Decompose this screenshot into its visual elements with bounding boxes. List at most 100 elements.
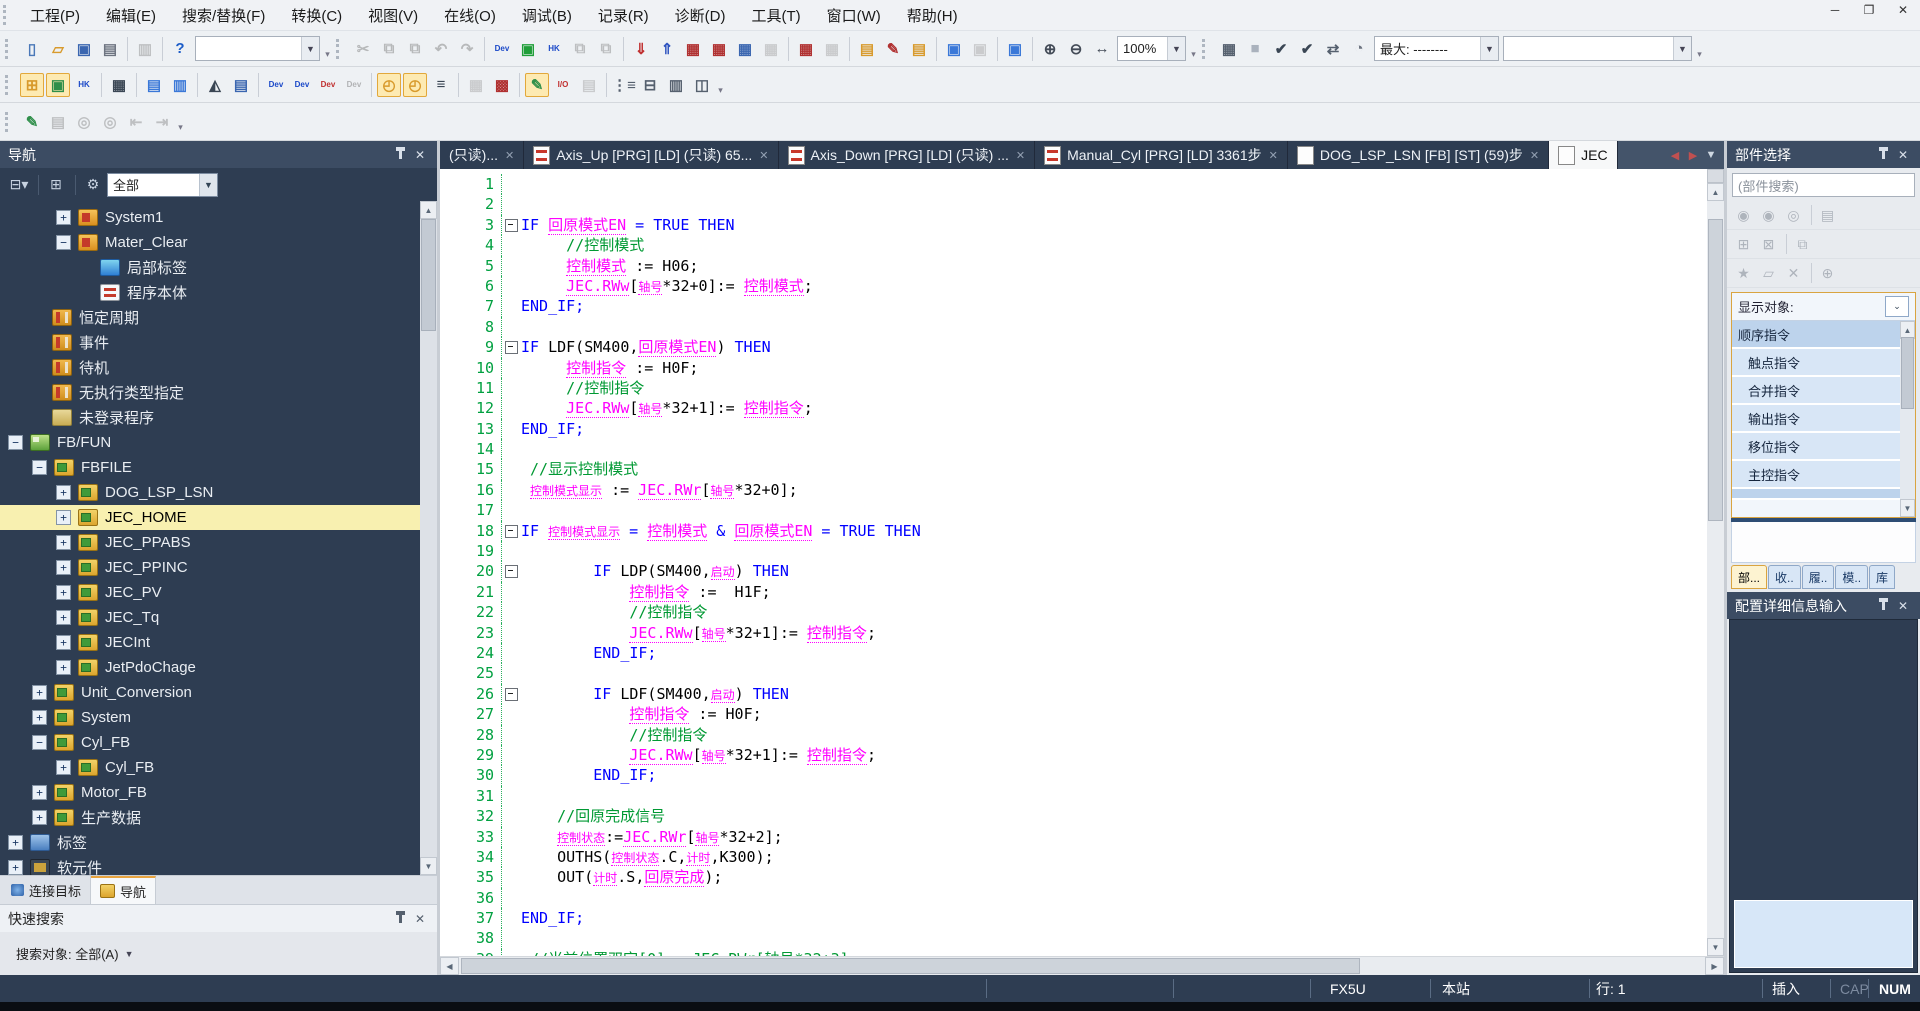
structured-data-icon[interactable]: ▥ [168, 73, 192, 97]
indent-increase-icon[interactable]: ⇥ [150, 110, 174, 134]
ladder-edit-mode-icon[interactable]: ✎ [525, 73, 549, 97]
st-edit-pencil-icon[interactable]: ✎ [20, 110, 44, 134]
tree-expander-icon[interactable]: + [8, 860, 23, 875]
cross-reference-icon[interactable]: ◭ [203, 73, 227, 97]
tree-item-unit_conversion[interactable]: +Unit_Conversion [0, 680, 420, 705]
tree-item-----[interactable]: +生产数据 [0, 805, 420, 830]
instruction-list-item[interactable]: 主控指令 [1732, 461, 1900, 489]
statement-batch-icon[interactable]: ▤ [907, 37, 931, 61]
parts-tab-部[interactable]: 部... [1731, 565, 1767, 589]
tree-expander-icon[interactable]: + [56, 610, 71, 625]
help-icon[interactable]: ? [168, 37, 192, 61]
read-mode-icon[interactable]: ▤ [46, 110, 70, 134]
tree-item-jetpdochage[interactable]: +JetPdoChage [0, 655, 420, 680]
simulation-stop-icon[interactable]: ▦ [820, 37, 844, 61]
pin-icon[interactable] [1874, 146, 1892, 164]
find-all-parts-icon[interactable]: ◎ [1782, 204, 1805, 226]
find-device-icon[interactable]: ◎ [72, 110, 96, 134]
tree-item-fbfile[interactable]: −FBFILE [0, 455, 420, 480]
close-window-button[interactable]: ✕ [1886, 0, 1920, 20]
fold-collapse-icon[interactable] [505, 688, 518, 701]
menu-item-2[interactable]: 编辑(E) [93, 0, 169, 30]
toolbar-overflow-icon[interactable]: ▾ [715, 72, 726, 98]
label-editor-icon[interactable]: ▤ [142, 73, 166, 97]
tree-item---[interactable]: 事件 [0, 330, 420, 355]
split-view-icon[interactable]: ◫ [690, 73, 714, 97]
tree-item-motor_fb[interactable]: +Motor_FB [0, 780, 420, 805]
device-test-icon[interactable]: Dev [342, 73, 366, 97]
favorites-star-icon[interactable]: ★ [1732, 262, 1755, 284]
tab-list-icon[interactable]: ▼ [1702, 145, 1720, 165]
editor-tab-2[interactable]: Axis_Up [PRG] [LD] (只读) 65...✕ [524, 141, 778, 169]
find-previous-part-icon[interactable]: ◉ [1732, 204, 1755, 226]
tree-expander-icon[interactable]: + [8, 835, 23, 850]
close-icon[interactable]: ✕ [1894, 146, 1912, 164]
scroll-thumb[interactable] [1901, 337, 1914, 409]
tree-expander-icon[interactable]: + [56, 760, 71, 775]
tree-display-mode-button[interactable]: ⊟▾ [7, 173, 31, 197]
read-from-plc-icon[interactable]: ⇑ [655, 37, 679, 61]
tree-expander-icon[interactable]: + [32, 710, 47, 725]
split-handle[interactable] [1707, 169, 1724, 183]
tree-item-cyl_fb[interactable]: +Cyl_FB [0, 755, 420, 780]
tree-item---[interactable]: +标签 [0, 830, 420, 855]
st-code-editor[interactable]: 123IF 回原模式EN = TRUE THEN4 //控制模式5 控制模式 :… [440, 169, 1707, 956]
instruction-list-item[interactable] [1732, 489, 1900, 500]
print-preview-icon[interactable]: ▥ [133, 37, 157, 61]
toolbar-overflow-icon[interactable]: ▾ [175, 109, 186, 135]
tree-item-jec_ppinc[interactable]: +JEC_PPINC [0, 555, 420, 580]
scroll-right-icon[interactable]: ▶ [1705, 957, 1724, 975]
tree-expander-icon[interactable]: + [56, 210, 71, 225]
save-project-icon[interactable]: ▣ [72, 37, 96, 61]
editor-tab-1[interactable]: (只读)...✕ [440, 141, 524, 169]
instruction-list-item[interactable]: 输出指令 [1732, 405, 1900, 433]
tree-scrollbar[interactable]: ▲ ▼ [420, 201, 437, 875]
fold-collapse-icon[interactable] [505, 525, 518, 538]
outline-display-icon[interactable]: ≡ [429, 73, 453, 97]
tree-item--------[interactable]: 无执行类型指定 [0, 380, 420, 405]
zoom-out-icon[interactable]: ⊖ [1064, 37, 1088, 61]
display-target-dropdown[interactable]: ⌄ [1885, 296, 1909, 317]
close-tab-icon[interactable]: ✕ [1269, 149, 1278, 162]
zoom-fit-icon[interactable]: ↔ [1090, 37, 1114, 61]
close-icon[interactable]: ✕ [411, 146, 429, 164]
tree-expander-icon[interactable]: + [56, 485, 71, 500]
instruction-list-item[interactable]: 合并指令 [1732, 377, 1900, 405]
check-program-1-icon[interactable]: ✔ [1269, 37, 1293, 61]
tree-item-----[interactable]: 局部标签 [0, 255, 420, 280]
toolbar-overflow-icon[interactable]: ▾ [1188, 36, 1199, 62]
zoom-level-combobox[interactable]: 100%▼ [1117, 36, 1186, 61]
detail-display-icon[interactable]: ▤ [1816, 204, 1839, 226]
tree-expander-icon[interactable]: − [32, 735, 47, 750]
tree-expander-icon[interactable]: − [8, 435, 23, 450]
new-folder-icon[interactable]: ▱ [1757, 262, 1780, 284]
delete-part-icon[interactable]: ✕ [1782, 262, 1805, 284]
snapshot-2-icon[interactable]: ⧉ [594, 37, 618, 61]
print-icon[interactable]: ▤ [98, 37, 122, 61]
menu-item-1[interactable]: 工程(P) [17, 0, 93, 30]
tree-item-system[interactable]: +System [0, 705, 420, 730]
window-tile-icon[interactable]: ▣ [968, 37, 992, 61]
scroll-thumb[interactable] [421, 219, 436, 331]
menu-item-4[interactable]: 转换(C) [278, 0, 355, 30]
quick-find-combobox[interactable]: ▼ [195, 36, 320, 61]
verify-with-plc-icon[interactable]: ▦ [681, 37, 705, 61]
tree-item-jec_ppabs[interactable]: +JEC_PPABS [0, 530, 420, 555]
tree-expander-icon[interactable]: + [56, 535, 71, 550]
tree-item-jec_home[interactable]: +JEC_HOME [0, 505, 420, 530]
module-configuration-icon[interactable]: ▣ [46, 73, 70, 97]
tree-expander-icon[interactable]: + [32, 810, 47, 825]
scroll-thumb[interactable] [461, 958, 1360, 974]
tree-expander-icon[interactable]: + [56, 585, 71, 600]
offline-monitor-icon[interactable]: ▦ [759, 37, 783, 61]
tree-item-mater_clear[interactable]: −Mater_Clear [0, 230, 420, 255]
parts-tab-收[interactable]: 收.. [1768, 565, 1801, 589]
editor-horizontal-scrollbar[interactable]: ◀ ▶ [440, 956, 1724, 975]
minimize-button[interactable]: ─ [1818, 0, 1852, 20]
module-diagnostics-icon[interactable]: ▦ [733, 37, 757, 61]
tree-filter-combobox[interactable]: 全部▼ [107, 173, 218, 197]
monitor-status-icon[interactable]: ▦ [1217, 37, 1241, 61]
editor-tab-6[interactable]: JEC [1549, 141, 1617, 169]
detail-input-field[interactable] [1734, 900, 1913, 968]
menu-item-3[interactable]: 搜索/替换(F) [169, 0, 278, 30]
